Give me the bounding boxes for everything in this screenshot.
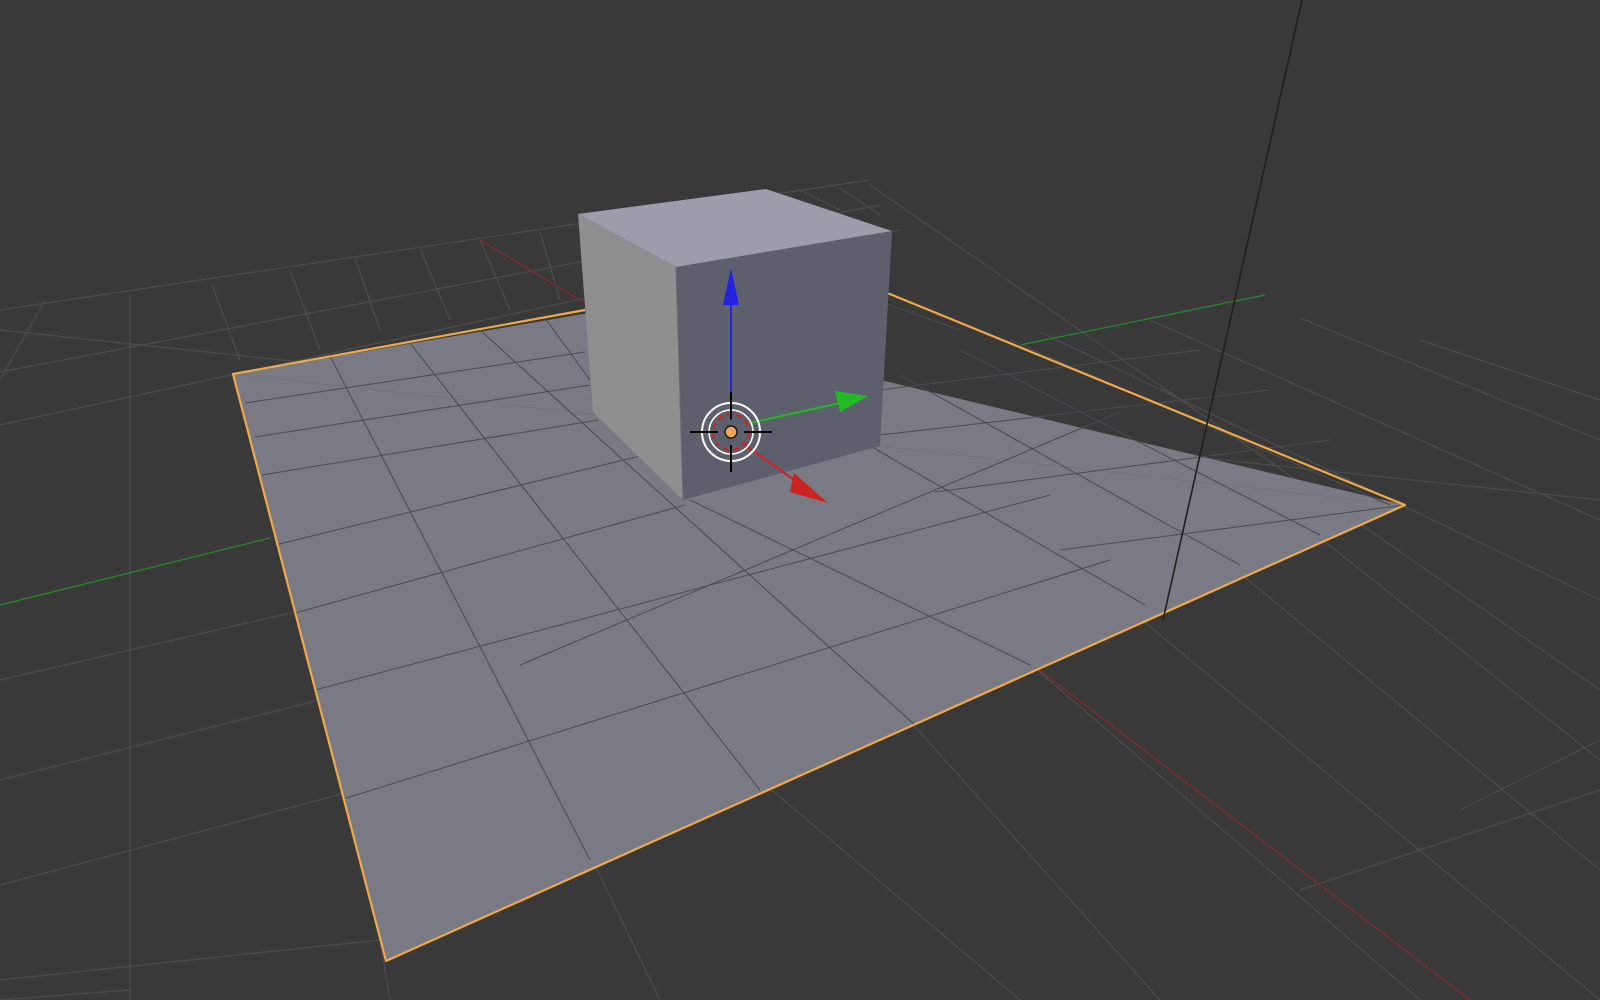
viewport-canvas[interactable] [0,0,1600,1000]
world-y-axis-back [1019,294,1266,346]
world-y-axis [0,537,271,606]
3d-viewport[interactable] [0,0,1600,1000]
object-origin-icon [724,425,738,439]
